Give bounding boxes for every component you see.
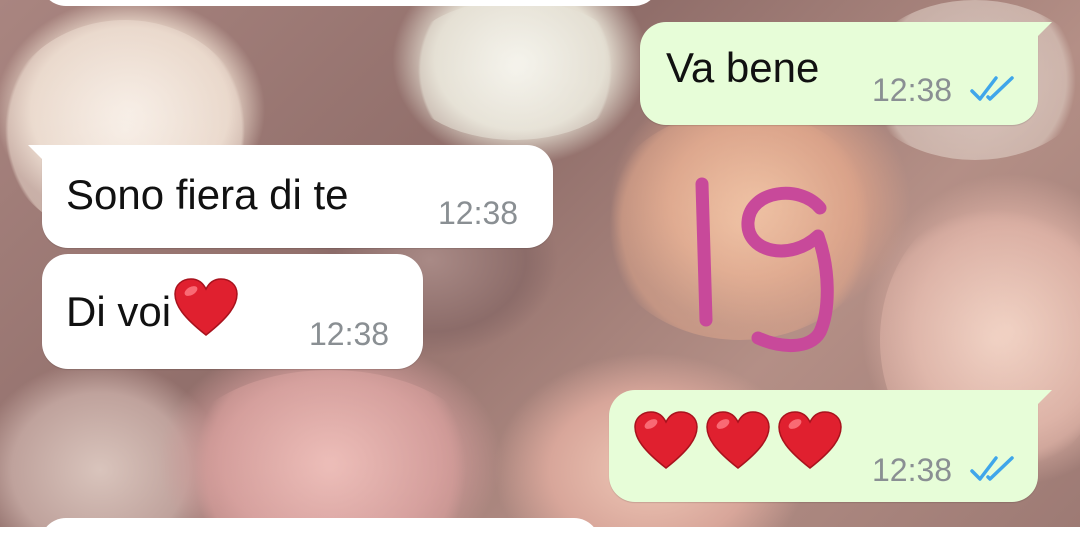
message-text: Sono fiera di te <box>66 171 349 218</box>
double-check-icon <box>970 76 1014 101</box>
message-text: Di voi <box>66 278 239 339</box>
heart-icon <box>778 411 842 469</box>
rose-petal-decoration <box>400 0 630 140</box>
heart-icon <box>706 411 770 469</box>
outgoing-message-bubble[interactable]: Va bene 12:38 <box>640 22 1052 125</box>
heart-icon <box>634 411 698 469</box>
handwritten-number-annotation: 19 <box>680 170 834 353</box>
rose-petal-decoration <box>170 370 490 527</box>
bubble-tail <box>1030 22 1052 44</box>
message-text-label: Di voi <box>66 288 172 335</box>
bubble-tail <box>1030 390 1052 412</box>
annotation-text: 19 <box>680 170 682 171</box>
partial-message-bubble-top <box>40 0 660 6</box>
outgoing-message-bubble[interactable]: 12:38 <box>609 390 1052 502</box>
heart-icon <box>174 278 238 336</box>
partial-message-bubble-bottom <box>40 518 600 558</box>
message-timestamp: 12:38 <box>872 72 953 108</box>
message-timestamp: 12:38 <box>309 316 390 352</box>
message-timestamp: 12:38 <box>872 452 953 488</box>
message-text: Va bene <box>666 44 820 91</box>
incoming-message-bubble[interactable]: Di voi 12:38 <box>42 254 423 369</box>
message-timestamp: 12:38 <box>438 195 519 231</box>
bubble-tail <box>28 145 50 167</box>
double-check-icon <box>970 456 1014 481</box>
incoming-message-bubble[interactable]: Sono fiera di te 12:38 <box>28 145 553 248</box>
